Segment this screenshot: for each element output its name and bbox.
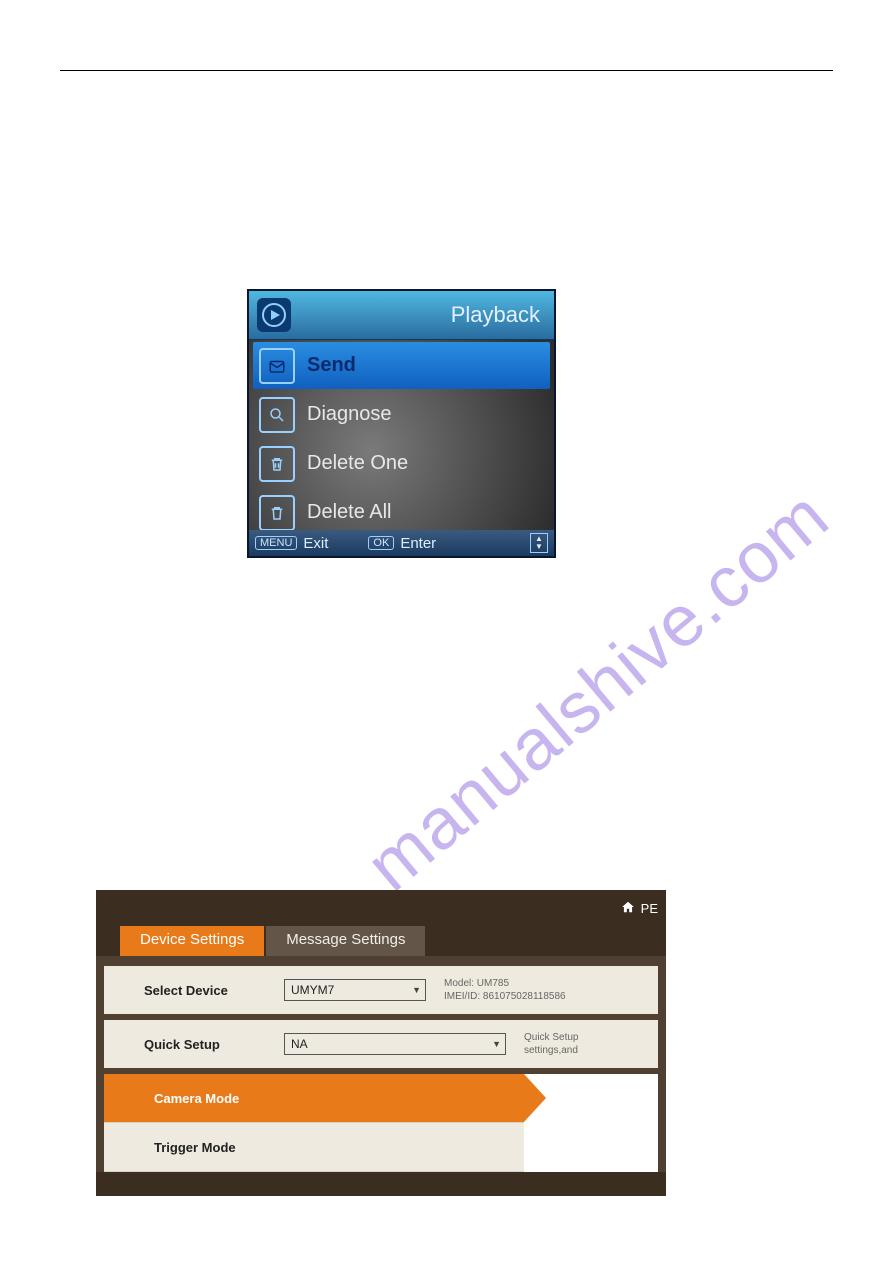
select-device-label: Select Device: [144, 983, 284, 998]
chevron-down-icon: ▼: [492, 1039, 501, 1049]
enter-label: Enter: [400, 535, 436, 552]
quick-setup-hint: Quick Setup settings,and: [524, 1031, 578, 1057]
menu-label: Delete All: [307, 501, 392, 524]
accordion-camera-mode[interactable]: Camera Mode: [104, 1074, 524, 1123]
row-quick-setup: Quick Setup NA ▼ Quick Setup settings,an…: [104, 1020, 658, 1068]
menu-label: Delete One: [307, 452, 408, 475]
playback-screenshot: Playback Send Diagnose Delete One Delete…: [247, 289, 556, 558]
quick-setup-label: Quick Setup: [144, 1037, 284, 1052]
playback-header: Playback: [249, 291, 554, 340]
playback-footer: MENU Exit OK Enter ▲▼: [249, 530, 554, 556]
menu-item-delete-all[interactable]: Delete All: [253, 489, 550, 536]
select-device-dropdown[interactable]: UMYM7 ▼: [284, 979, 426, 1001]
menu-item-delete-one[interactable]: Delete One: [253, 440, 550, 487]
tab-device-settings[interactable]: Device Settings: [120, 926, 264, 956]
exit-label: Exit: [303, 535, 328, 552]
row-select-device: Select Device UMYM7 ▼ Model: UM785 IMEI/…: [104, 966, 658, 1014]
select-device-value: UMYM7: [291, 983, 334, 997]
chevron-down-icon: ▼: [412, 985, 421, 995]
settings-screenshot: PE Device Settings Message Settings Sele…: [96, 890, 666, 1196]
settings-tabs: Device Settings Message Settings: [96, 926, 666, 956]
accordion: Camera Mode Trigger Mode: [104, 1074, 658, 1172]
horizontal-rule: [60, 70, 833, 71]
quick-setup-value: NA: [291, 1037, 308, 1051]
delete-one-icon: [259, 446, 295, 482]
diagnose-icon: [259, 397, 295, 433]
topnav-text: PE: [641, 901, 658, 916]
playback-title: Playback: [291, 302, 554, 328]
menu-button-label: MENU: [255, 536, 297, 550]
tab-message-settings[interactable]: Message Settings: [266, 926, 425, 956]
settings-body: Select Device UMYM7 ▼ Model: UM785 IMEI/…: [96, 956, 666, 1172]
send-icon: [259, 348, 295, 384]
menu-item-send[interactable]: Send: [253, 342, 550, 389]
device-meta: Model: UM785 IMEI/ID: 861075028118586: [444, 977, 566, 1003]
menu-item-diagnose[interactable]: Diagnose: [253, 391, 550, 438]
play-icon: [257, 298, 291, 332]
top-nav: PE: [96, 890, 666, 926]
ok-button-label: OK: [368, 536, 394, 550]
delete-all-icon: [259, 495, 295, 531]
menu-label: Diagnose: [307, 403, 392, 426]
home-icon[interactable]: [621, 900, 635, 917]
updown-arrows-icon: ▲▼: [530, 533, 548, 553]
accordion-trigger-mode[interactable]: Trigger Mode: [104, 1123, 524, 1172]
quick-setup-dropdown[interactable]: NA ▼: [284, 1033, 506, 1055]
menu-label: Send: [307, 354, 356, 377]
